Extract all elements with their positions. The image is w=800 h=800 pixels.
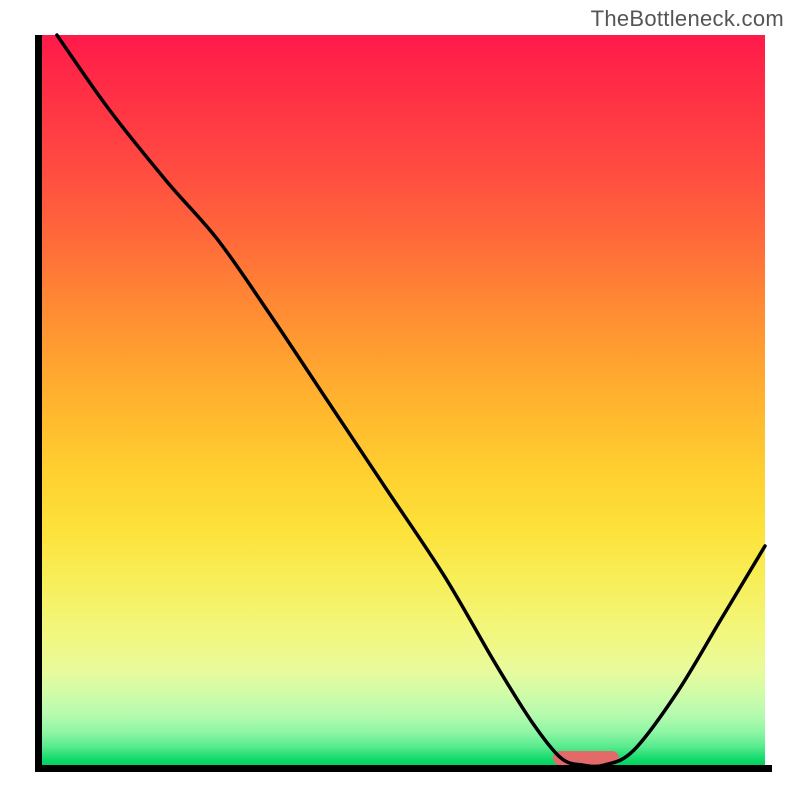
plot-area (35, 35, 765, 765)
watermark-text: TheBottleneck.com (591, 6, 784, 32)
x-axis (35, 765, 772, 772)
bottleneck-curve (57, 35, 765, 766)
chart-container: TheBottleneck.com (0, 0, 800, 800)
curve-svg (35, 35, 765, 765)
y-axis (35, 35, 42, 772)
